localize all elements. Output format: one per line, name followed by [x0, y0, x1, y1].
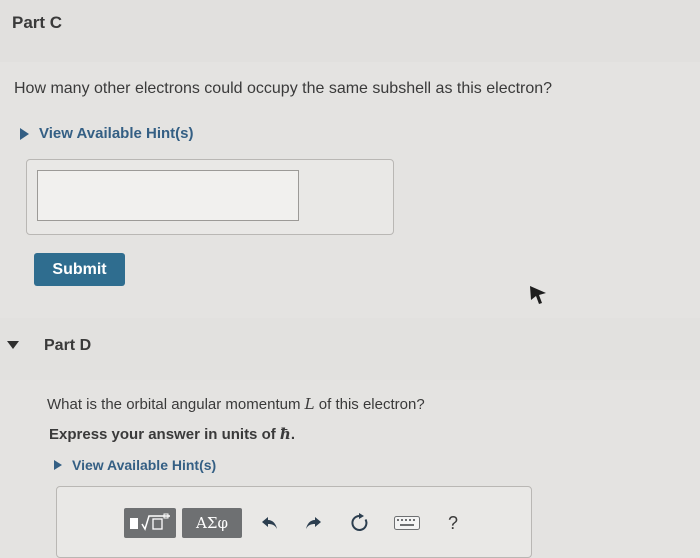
submit-button[interactable]: Submit [34, 253, 125, 286]
part-d-question-suffix: of this electron? [314, 396, 425, 413]
template-icon [130, 513, 170, 531]
part-d-instruction-suffix: . [290, 426, 295, 443]
keyboard-icon [394, 516, 420, 530]
template-button[interactable] [124, 508, 176, 538]
part-d-question-prefix: What is the orbital angular momentum [47, 396, 305, 413]
hint-expand-icon [20, 127, 29, 140]
help-button[interactable]: ? [442, 509, 464, 537]
collapse-icon[interactable] [7, 341, 19, 349]
part-c-answer-input[interactable] [37, 170, 299, 221]
part-d-hint-link[interactable]: View Available Hint(s) [54, 457, 216, 473]
redo-button[interactable] [300, 509, 326, 537]
part-d-instruction-unit: ħ [279, 425, 291, 443]
part-d-question-variable: L [304, 395, 315, 413]
part-d-instruction: Express your answer in units of ħ. [49, 425, 295, 443]
part-c-hint-link[interactable]: View Available Hint(s) [20, 125, 194, 142]
undo-button[interactable] [257, 509, 283, 537]
help-icon: ? [447, 512, 458, 533]
hint-expand-icon [54, 460, 62, 470]
part-d-instruction-prefix: Express your answer in units of [49, 426, 280, 443]
greek-letters-button[interactable]: ΑΣφ [182, 508, 242, 538]
part-d-hint-label: View Available Hint(s) [72, 457, 217, 473]
math-toolbar: ΑΣφ ? [57, 487, 489, 557]
part-c-hint-label: View Available Hint(s) [39, 125, 194, 142]
reset-icon [351, 513, 368, 531]
redo-icon [306, 517, 321, 529]
part-d-question: What is the orbital angular momentum L o… [47, 395, 425, 413]
greek-letters-icon: ΑΣφ [196, 514, 228, 532]
reset-button[interactable] [347, 509, 373, 537]
part-d-title: Part D [44, 337, 92, 354]
mouse-cursor-icon [530, 286, 546, 304]
part-c-header [0, 0, 700, 62]
undo-icon [262, 517, 277, 529]
part-c-answer-container [26, 159, 394, 235]
part-c-question: How many other electrons could occupy th… [14, 80, 553, 97]
part-d-answer-container: ΑΣφ ? [56, 486, 532, 558]
part-d-header[interactable] [0, 318, 700, 380]
part-c-title: Part C [12, 13, 63, 32]
keyboard-button[interactable] [392, 511, 422, 535]
